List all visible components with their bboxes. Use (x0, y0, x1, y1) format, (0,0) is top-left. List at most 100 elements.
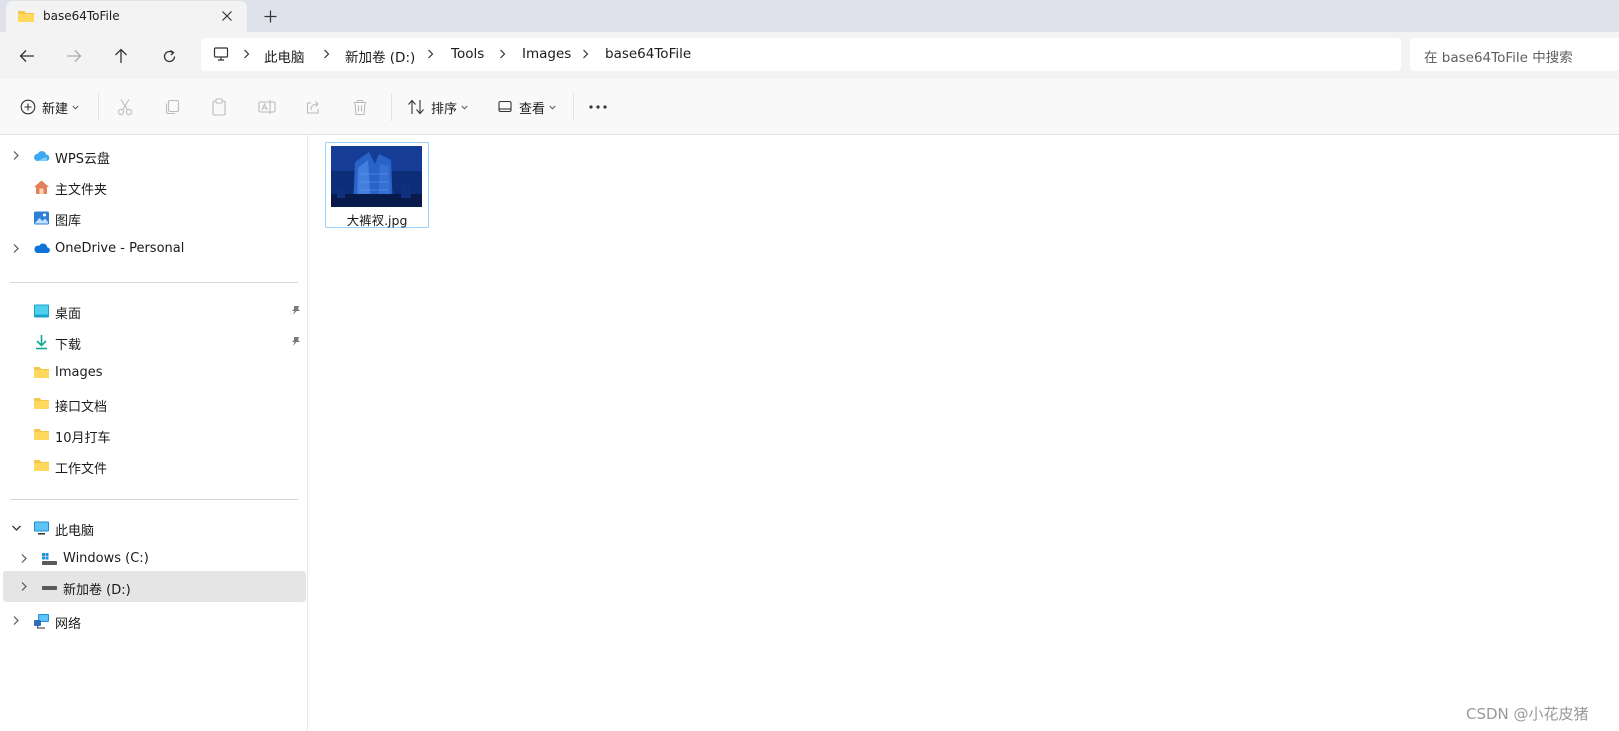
chevron-right-icon[interactable] (12, 150, 20, 161)
gallery-icon (33, 210, 50, 226)
nav-item-drive-d[interactable]: 新加卷 (D:) (3, 571, 306, 602)
folder-icon (17, 8, 35, 24)
nav-item-images[interactable]: Images (0, 358, 306, 388)
breadcrumb-this-pc[interactable]: 此电脑 (264, 46, 305, 66)
nav-label: 网络 (55, 617, 82, 632)
chevron-right-icon (582, 49, 589, 59)
forward-arrow-icon[interactable] (61, 43, 87, 69)
share-button[interactable] (305, 94, 321, 120)
onedrive-icon (33, 241, 50, 255)
refresh-icon[interactable] (156, 43, 182, 69)
nav-label: Images (55, 365, 103, 380)
nav-label: 此电脑 (55, 524, 95, 539)
folder-icon (33, 427, 50, 442)
nav-item-october-taxi[interactable]: 10月打车 (0, 420, 306, 450)
more-icon (588, 104, 608, 110)
nav-label: Windows (C:) (63, 551, 149, 566)
nav-label: 工作文件 (55, 462, 108, 477)
nav-item-api-docs[interactable]: 接口文档 (0, 389, 306, 419)
chevron-right-icon[interactable] (20, 581, 28, 592)
nav-item-desktop[interactable]: 桌面 (0, 296, 306, 326)
chevron-down-icon[interactable] (11, 524, 22, 532)
nav-item-wps-cloud[interactable]: WPS云盘 (0, 141, 306, 171)
chevron-down-icon (461, 105, 468, 110)
tab-title: base64ToFile (43, 9, 120, 23)
nav-label: WPS云盘 (55, 152, 110, 167)
back-arrow-icon[interactable] (14, 43, 40, 69)
up-arrow-icon[interactable] (108, 43, 134, 69)
nav-item-drive-c[interactable]: Windows (C:) (0, 544, 306, 574)
navigation-pane: WPS云盘 主文件夹 图库 OneDrive - Personal 桌面 下载 … (0, 135, 308, 731)
pin-icon[interactable] (291, 336, 301, 347)
nav-item-home[interactable]: 主文件夹 (0, 172, 306, 202)
nav-label: 10月打车 (55, 431, 111, 446)
folder-icon (33, 365, 50, 380)
breadcrumb-images[interactable]: Images (522, 46, 571, 62)
chevron-right-icon[interactable] (12, 243, 20, 254)
rename-icon (258, 99, 276, 115)
this-pc-icon[interactable] (213, 46, 229, 62)
file-list[interactable]: 大裤衩.jpg (309, 135, 1619, 731)
cut-button[interactable] (117, 94, 133, 120)
sort-button[interactable]: 排序 (407, 94, 468, 120)
breadcrumb-drive-d[interactable]: 新加卷 (D:) (345, 46, 415, 66)
chevron-down-icon (72, 105, 79, 110)
image-thumbnail (331, 146, 422, 207)
nav-label: 桌面 (55, 307, 82, 322)
nav-label: 下载 (55, 338, 82, 353)
breadcrumb-tools[interactable]: Tools (451, 46, 484, 62)
close-icon[interactable] (218, 7, 236, 25)
file-item[interactable]: 大裤衩.jpg (325, 142, 429, 228)
share-icon (305, 99, 321, 115)
sidebar-separator (10, 282, 298, 283)
folder-icon (33, 396, 50, 411)
folder-icon (33, 458, 50, 473)
chevron-down-icon (549, 105, 556, 110)
sort-label: 排序 (431, 101, 458, 117)
rename-button[interactable] (258, 94, 276, 120)
nav-item-this-pc[interactable]: 此电脑 (0, 513, 306, 543)
nav-label: OneDrive - Personal (55, 241, 185, 256)
drive-icon (41, 579, 58, 595)
chevron-right-icon (323, 49, 330, 59)
chevron-right-icon (499, 49, 506, 59)
copy-icon (164, 99, 180, 115)
nav-label: 主文件夹 (55, 183, 108, 198)
chevron-right-icon[interactable] (12, 615, 20, 626)
address-row: 此电脑 新加卷 (D:) Tools Images base64ToFile 在… (0, 32, 1619, 79)
breadcrumb-base64tofile[interactable]: base64ToFile (605, 46, 691, 62)
wps-cloud-icon (33, 148, 50, 164)
search-input[interactable]: 在 base64ToFile 中搜索 (1410, 38, 1619, 71)
new-button[interactable]: 新建 (20, 94, 79, 120)
delete-button[interactable] (352, 94, 368, 120)
new-label: 新建 (42, 101, 69, 117)
plus-circle-icon (20, 99, 36, 115)
view-button[interactable]: 查看 (497, 94, 556, 120)
delete-icon (352, 99, 368, 116)
home-icon (33, 179, 50, 195)
search-placeholder: 在 base64ToFile 中搜索 (1424, 50, 1573, 66)
nav-item-gallery[interactable]: 图库 (0, 203, 306, 233)
network-icon (33, 613, 50, 629)
chevron-right-icon (243, 49, 250, 59)
download-icon (33, 334, 50, 350)
address-bar[interactable]: 此电脑 新加卷 (D:) Tools Images base64ToFile (201, 38, 1401, 71)
desktop-icon (33, 303, 50, 319)
chevron-right-icon[interactable] (20, 553, 28, 564)
nav-item-onedrive[interactable]: OneDrive - Personal (0, 234, 306, 264)
tab-strip: base64ToFile (0, 0, 1619, 32)
copy-button[interactable] (164, 94, 180, 120)
nav-item-downloads[interactable]: 下载 (0, 327, 306, 357)
toolbar-separator (98, 93, 99, 121)
paste-button[interactable] (211, 94, 227, 120)
cut-icon (117, 98, 133, 116)
file-name: 大裤衩.jpg (346, 213, 408, 228)
more-options-button[interactable] (588, 94, 608, 120)
plus-icon[interactable] (261, 7, 279, 25)
sidebar-separator (10, 499, 298, 500)
nav-item-network[interactable]: 网络 (0, 606, 306, 636)
view-icon (497, 99, 513, 115)
tab-base64tofile[interactable]: base64ToFile (6, 1, 247, 32)
nav-item-work-files[interactable]: 工作文件 (0, 451, 306, 481)
pin-icon[interactable] (291, 305, 301, 316)
